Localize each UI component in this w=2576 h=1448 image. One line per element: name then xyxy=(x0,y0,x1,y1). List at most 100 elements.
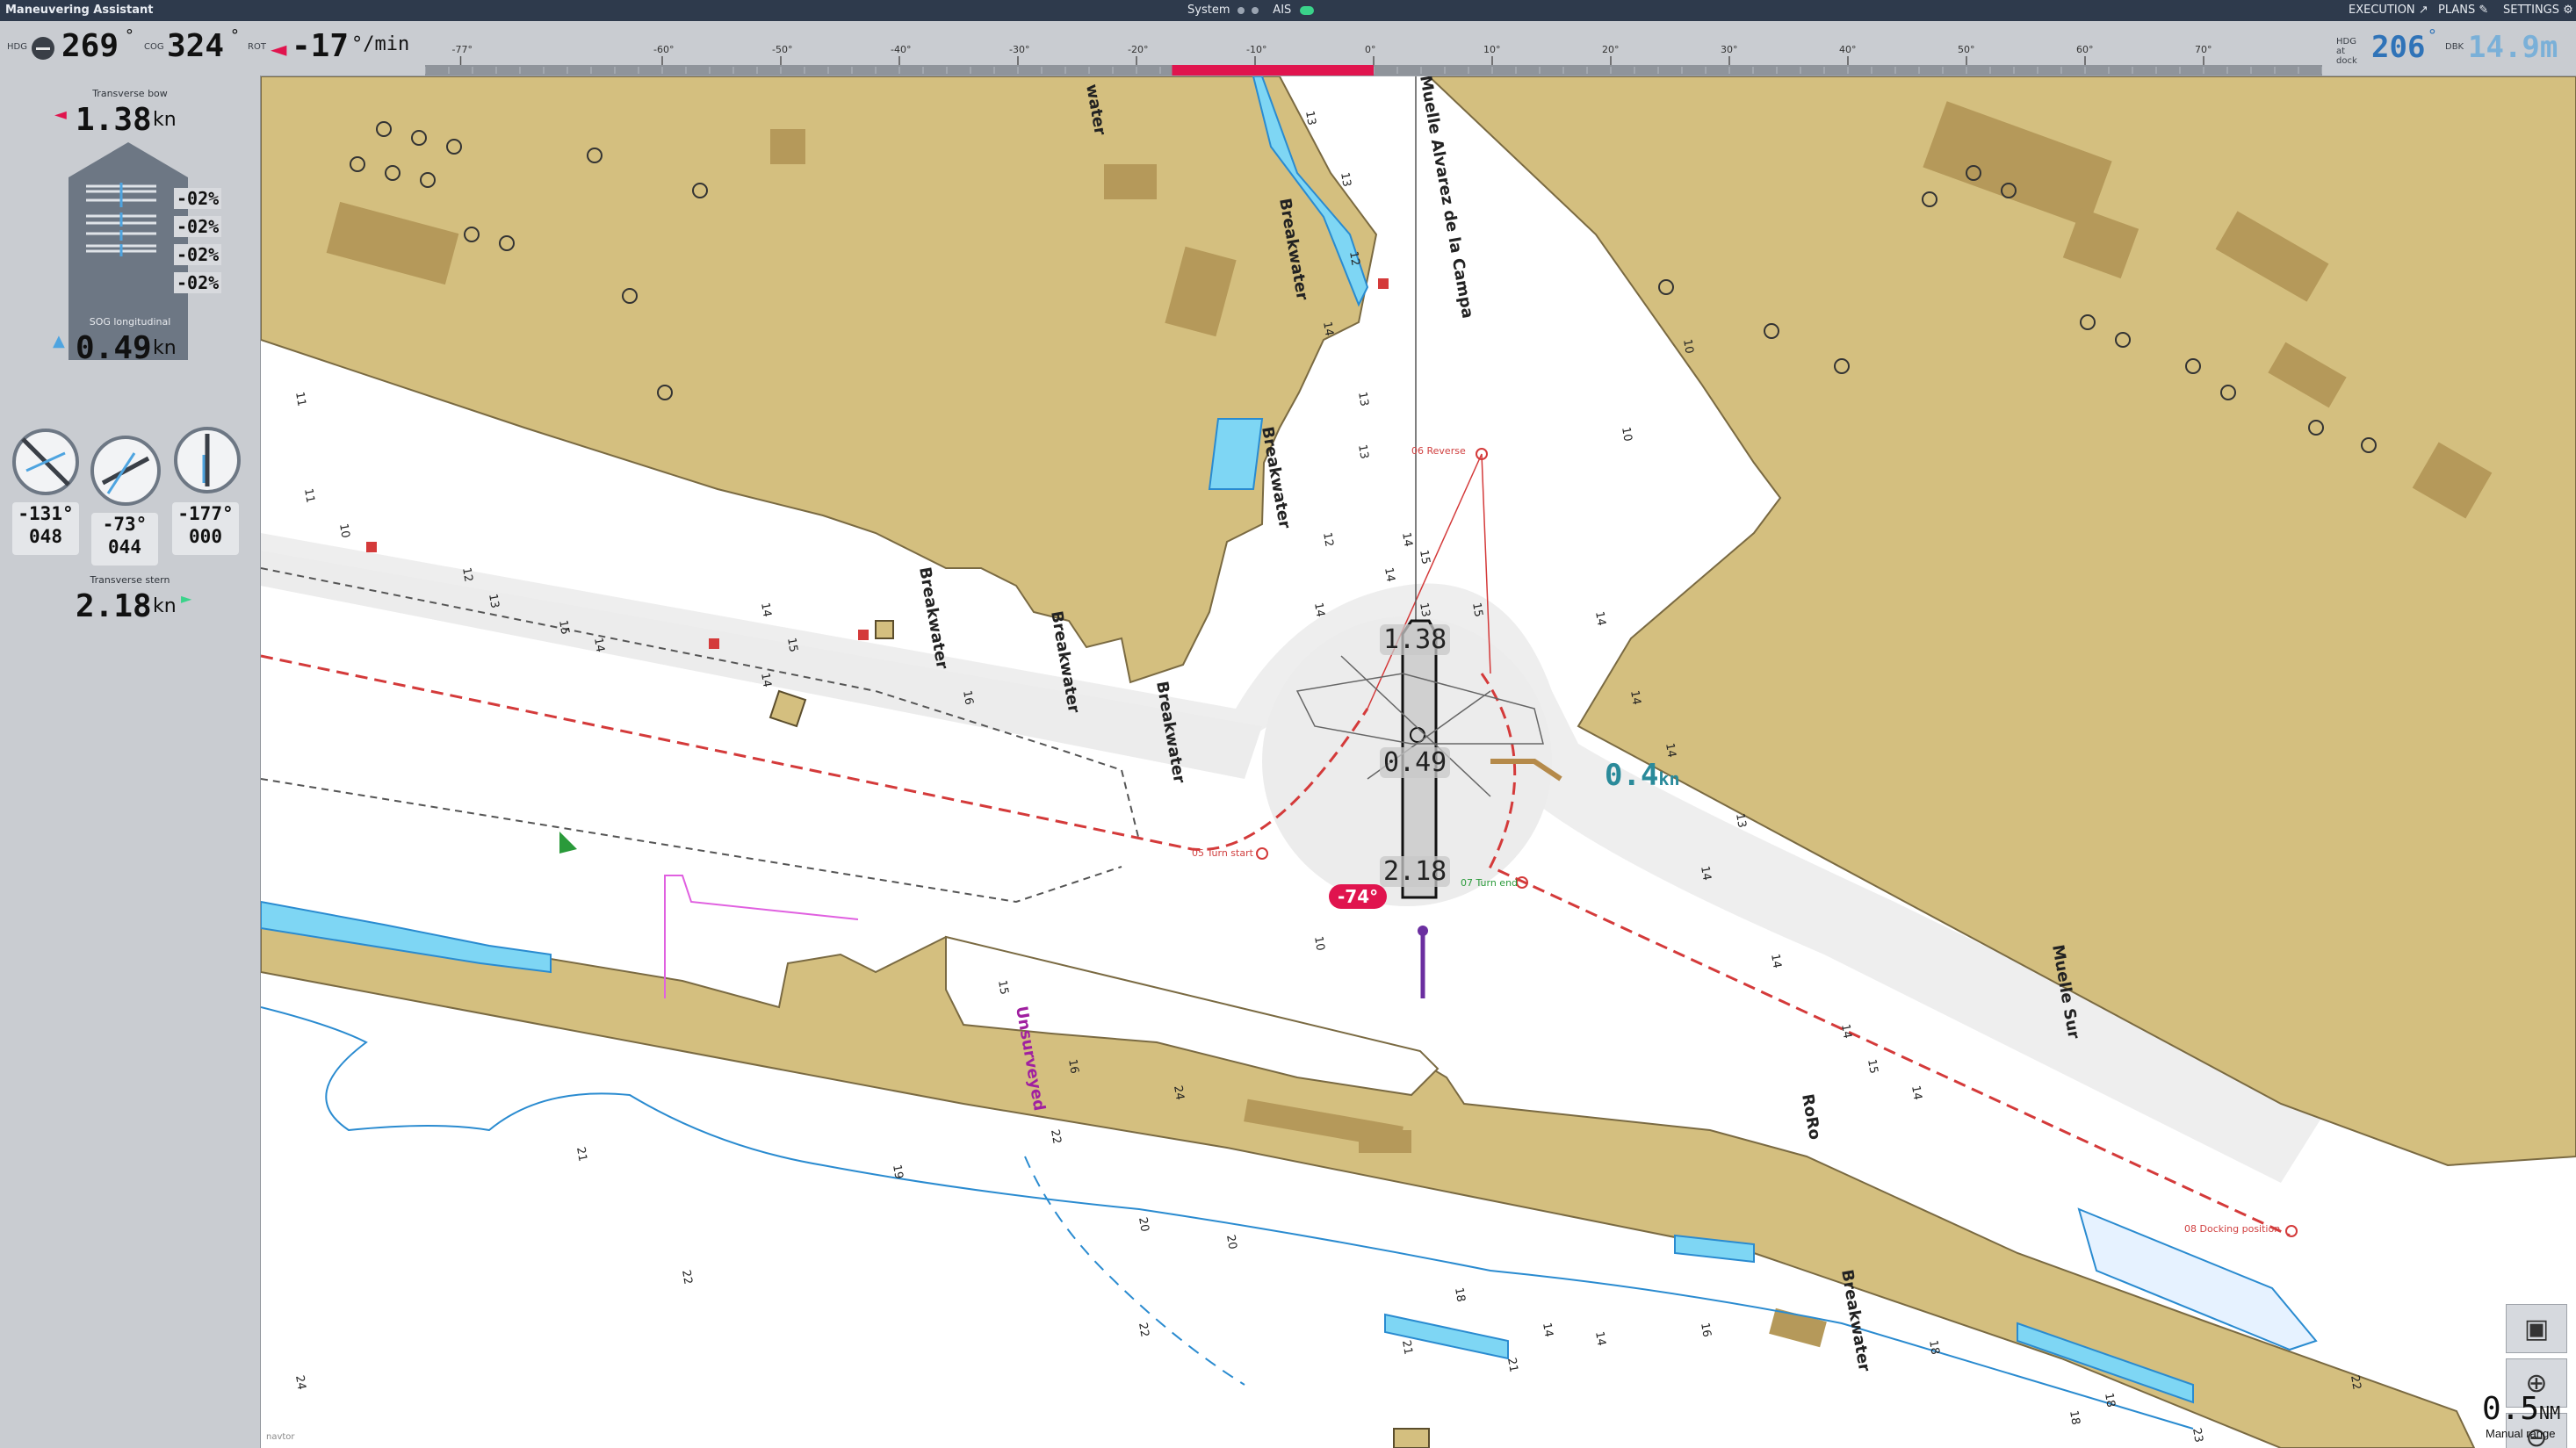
rot-tick-label: -20° xyxy=(1128,44,1149,55)
depth-sounding: 13 xyxy=(1338,171,1353,188)
depth-sounding: 14 xyxy=(1399,531,1415,548)
dbk-value: 14.9m xyxy=(2468,30,2558,65)
depth-sounding: 21 xyxy=(574,1146,589,1163)
azimuth-readout: -177° 000 xyxy=(172,502,239,555)
depth-sounding: 10 xyxy=(336,522,352,539)
left-panel: Transverse bow ◄ 1.38 kn -02% -02% -02% … xyxy=(0,76,261,1448)
depth-sounding: 12 xyxy=(1346,250,1362,267)
depth-sounding: 16 xyxy=(1065,1058,1081,1075)
depth-sounding: 14 xyxy=(591,637,607,653)
menu-plans[interactable]: PLANS ✎ xyxy=(2438,4,2488,17)
transverse-stern-label: Transverse stern xyxy=(90,574,170,586)
current-speed-unit: kn xyxy=(1658,768,1680,789)
hdg-deg-symbol: ° xyxy=(125,26,134,45)
depth-sounding: 13 xyxy=(1733,812,1749,829)
transverse-bow-label: Transverse bow xyxy=(92,88,168,99)
depth-sounding: 14 xyxy=(1540,1322,1555,1338)
rot-unit: °/min xyxy=(351,33,410,55)
depth-sounding: 15 xyxy=(1865,1058,1880,1075)
hdg-value: 269 xyxy=(61,28,119,64)
depth-sounding: 20 xyxy=(1223,1234,1239,1250)
depth-sounding: 11 xyxy=(292,391,308,407)
depth-sounding: 15 xyxy=(1417,549,1432,566)
ais-toggle[interactable] xyxy=(1300,5,1315,15)
depth-sounding: 19 xyxy=(890,1163,906,1180)
app-title: Maneuvering Assistant xyxy=(5,4,154,17)
depth-sounding: 14 xyxy=(1627,689,1643,706)
depth-sounding: 10 xyxy=(1680,338,1696,355)
depth-sounding: 15 xyxy=(784,637,800,653)
rot-label: ROT xyxy=(248,42,266,52)
depth-sounding: 14 xyxy=(1592,1330,1608,1347)
azimuth-power: 048 xyxy=(29,526,62,547)
waypoint-marker-docking xyxy=(2285,1225,2298,1237)
depth-sounding: 18 xyxy=(2067,1409,2082,1426)
azimuth-angle: -177° xyxy=(177,503,234,524)
fit-view-button[interactable]: ▣ xyxy=(2506,1304,2567,1353)
bow-arrow-icon: ◄ xyxy=(54,105,67,124)
azimuth-readout: -131° 048 xyxy=(12,502,79,555)
depth-sounding: 21 xyxy=(1399,1339,1415,1356)
depth-sounding: 14 xyxy=(1382,566,1397,583)
nautical-chart[interactable]: 13 13 12 14 13 13 14 12 13 14 10 10 11 11 10 12 13 15 14 14… xyxy=(261,76,2576,1448)
azimuth-readout: -73° 044 xyxy=(91,513,158,566)
sog-value: 0.49 xyxy=(76,330,152,366)
current-speed-value: 0.4 xyxy=(1605,758,1659,793)
azimuth-angle: -131° xyxy=(18,503,74,524)
menu-execution-label: EXECUTION xyxy=(2349,4,2415,17)
depth-sounding: 22 xyxy=(2348,1374,2363,1391)
azimuth-angle: -73° xyxy=(102,514,148,535)
rot-tick-label: 0° xyxy=(1365,44,1376,55)
range-value: 0.5 xyxy=(2482,1391,2540,1427)
rot-tick-label: -10° xyxy=(1246,44,1267,55)
waypoint-turn-start[interactable]: 05 Turn start xyxy=(1192,847,1253,859)
transverse-bow-unit: kn xyxy=(153,109,177,131)
waypoint-reverse[interactable]: 06 Reverse xyxy=(1411,445,1466,457)
depth-sounding: 22 xyxy=(1048,1128,1064,1145)
waypoint-turn-end[interactable]: 07 Turn end xyxy=(1461,877,1518,889)
depth-sounding: 14 xyxy=(758,672,774,688)
thruster-percent: -02% xyxy=(174,188,222,209)
depth-sounding: 24 xyxy=(1171,1084,1187,1101)
depth-sounding: 24 xyxy=(292,1374,308,1391)
waypoint-docking[interactable]: 08 Docking position xyxy=(2184,1223,2280,1235)
title-bar: Maneuvering Assistant System AIS EXECUTI… xyxy=(0,0,2576,21)
rot-indicator-bar xyxy=(1172,65,1374,76)
depth-sounding: 22 xyxy=(1136,1322,1151,1338)
hdg-label: HDG xyxy=(7,42,27,52)
cog-value: 324 xyxy=(167,28,225,64)
sog-speed-overlay: 0.49 xyxy=(1380,747,1451,778)
depth-sounding: 13 xyxy=(486,593,501,609)
menu-execution[interactable]: EXECUTION ↗ xyxy=(2349,4,2428,17)
azimuth-gauge xyxy=(90,436,161,506)
sog-unit: kn xyxy=(153,337,177,359)
rot-tick-label: 40° xyxy=(1839,44,1857,55)
depth-sounding: 15 xyxy=(556,619,572,636)
ais-status-label: AIS xyxy=(1273,4,1292,17)
rot-tick-label: -60° xyxy=(653,44,675,55)
transverse-bow-value: 1.38 xyxy=(76,102,152,138)
external-icon: ↗ xyxy=(2418,4,2428,17)
thruster-percent: -02% xyxy=(174,272,222,293)
cog-label: COG xyxy=(144,42,164,52)
depth-sounding: 18 xyxy=(2102,1392,2118,1408)
depth-sounding: 16 xyxy=(1698,1322,1714,1338)
cog-deg-symbol: ° xyxy=(230,26,240,45)
depth-sounding: 14 xyxy=(1320,321,1336,337)
rot-tick-label: 50° xyxy=(1958,44,1975,55)
hdg-at-dock-label: HDG at dock xyxy=(2336,37,2357,66)
rot-tick-label: -50° xyxy=(772,44,793,55)
depth-sounding: 14 xyxy=(1592,610,1608,627)
rudder-badge: -74° xyxy=(1329,884,1388,909)
azimuth-power: 044 xyxy=(108,537,141,558)
range-note: Manual range xyxy=(2486,1427,2556,1440)
stern-arrow-icon: ► xyxy=(181,590,192,607)
depth-sounding: 15 xyxy=(1469,602,1485,618)
depth-sounding: 10 xyxy=(1311,935,1327,952)
menu-settings[interactable]: SETTINGS ⚙ xyxy=(2503,4,2573,17)
transverse-stern-value: 2.18 xyxy=(76,588,152,624)
rot-value: -17 xyxy=(292,28,350,64)
depth-sounding: 14 xyxy=(1311,602,1327,618)
depth-sounding: 11 xyxy=(301,487,317,504)
depth-sounding: 22 xyxy=(679,1269,695,1286)
